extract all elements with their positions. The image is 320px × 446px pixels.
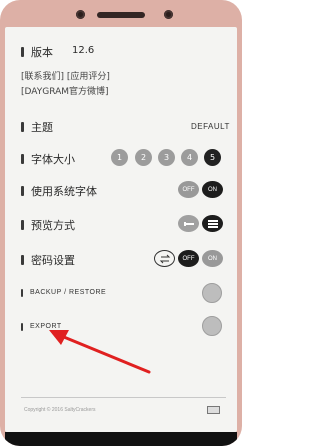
front-camera-icon <box>164 10 173 19</box>
version-label: 版本 <box>31 46 53 59</box>
sensor-dot-icon <box>76 10 85 19</box>
keyboard-icon[interactable] <box>207 406 220 414</box>
system-font-on-toggle[interactable]: ON <box>202 181 223 198</box>
version-value: 12.6 <box>72 45 95 56</box>
export-button[interactable] <box>202 316 222 336</box>
password-switch-button[interactable] <box>154 250 175 267</box>
section-marker-icon <box>21 154 24 164</box>
section-marker-icon <box>21 122 24 132</box>
section-marker-icon <box>21 289 23 297</box>
section-marker-icon <box>21 186 24 196</box>
single-line-icon <box>183 221 194 226</box>
contact-rate-links[interactable]: [联系我们] [应用评分] <box>21 69 110 82</box>
phone-frame: 版本 12.6 [联系我们] [应用评分] [DAYGRAM官方微博] 主题 D… <box>0 0 242 446</box>
list-lines-icon <box>207 219 218 228</box>
navigation-bar <box>5 432 237 446</box>
password-on-toggle[interactable]: ON <box>202 250 223 267</box>
section-marker-icon <box>21 323 23 331</box>
preview-list-button[interactable] <box>202 215 223 232</box>
theme-value[interactable]: DEFAULT <box>191 122 230 131</box>
font-size-label: 字体大小 <box>31 153 75 166</box>
section-marker-icon <box>21 255 24 265</box>
preview-compact-button[interactable] <box>178 215 199 232</box>
backup-restore-label[interactable]: BACKUP / RESTORE <box>30 289 106 296</box>
section-marker-icon <box>21 47 24 57</box>
system-font-off-toggle[interactable]: OFF <box>178 181 199 198</box>
font-size-option-1[interactable]: 1 <box>111 149 128 166</box>
switch-arrows-icon <box>159 254 170 263</box>
theme-label: 主题 <box>31 121 53 134</box>
preview-mode-label: 预览方式 <box>31 219 75 232</box>
font-size-option-4[interactable]: 4 <box>181 149 198 166</box>
password-label: 密码设置 <box>31 254 75 267</box>
footer-divider <box>21 397 226 398</box>
section-marker-icon <box>21 220 24 230</box>
settings-screen: 版本 12.6 [联系我们] [应用评分] [DAYGRAM官方微博] 主题 D… <box>5 27 237 432</box>
weibo-link[interactable]: [DAYGRAM官方微博] <box>21 84 109 97</box>
font-size-option-5[interactable]: 5 <box>204 149 221 166</box>
speaker-grille-icon <box>97 12 145 18</box>
system-font-label: 使用系统字体 <box>31 185 97 198</box>
backup-restore-button[interactable] <box>202 283 222 303</box>
copyright-text: Copyright © 2016 SaltyCrackers <box>24 407 96 413</box>
annotation-arrow-icon <box>49 330 151 374</box>
font-size-option-2[interactable]: 2 <box>135 149 152 166</box>
password-off-toggle[interactable]: OFF <box>178 250 199 267</box>
font-size-option-3[interactable]: 3 <box>158 149 175 166</box>
